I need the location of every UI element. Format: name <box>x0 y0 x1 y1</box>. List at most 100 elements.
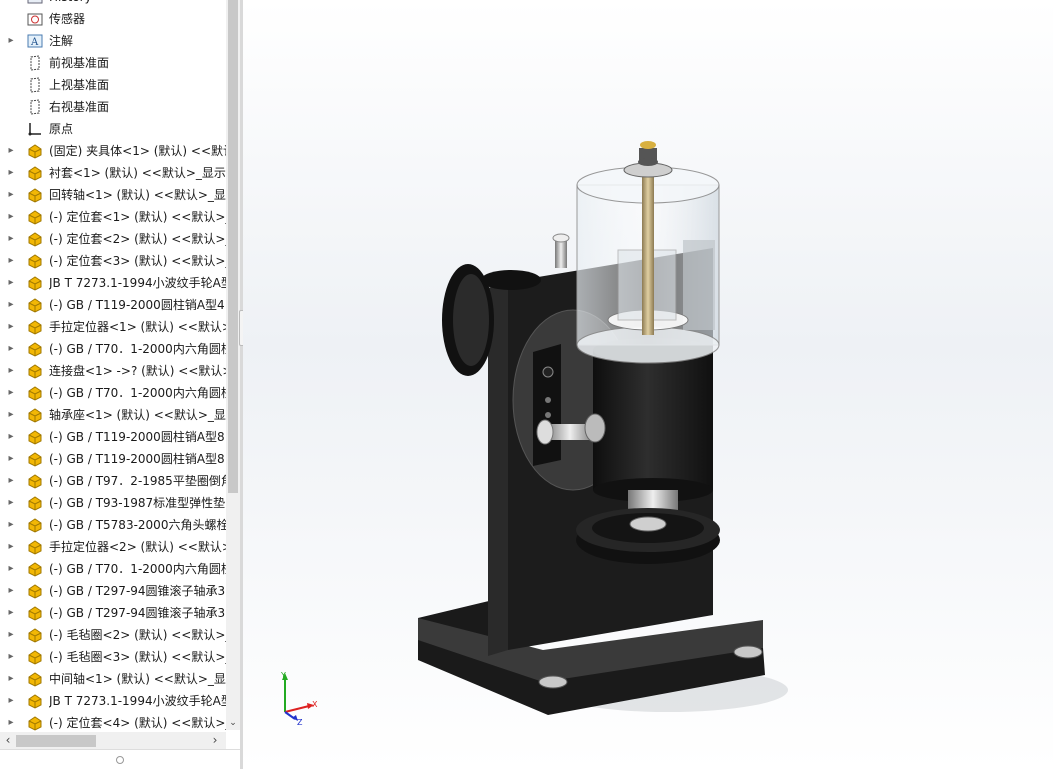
tree-item[interactable]: 右视基准面 <box>0 96 226 118</box>
scroll-left-arrow-icon[interactable]: ‹ <box>2 732 14 749</box>
expand-arrow-icon[interactable]: ▸ <box>6 184 16 206</box>
part-icon <box>26 341 44 357</box>
expand-arrow-icon[interactable]: ▸ <box>6 580 16 602</box>
tree-item[interactable]: History <box>0 0 226 8</box>
scrollbar-thumb[interactable] <box>228 0 238 493</box>
tree-item-label: 手拉定位器<2> (默认) <<默认> <box>49 540 226 554</box>
tree-item[interactable]: ▸ (-) 定位套<3> (默认) <<默认>_ <box>0 250 226 272</box>
tree-item[interactable]: ▸ (-) GB / T70．1-2000内六角圆柱 <box>0 382 226 404</box>
tree-item[interactable]: ▸ 中间轴<1> (默认) <<默认>_显示 <box>0 668 226 690</box>
expand-arrow-icon[interactable]: ▸ <box>6 470 16 492</box>
tree-item-label: (-) GB / T70．1-2000内六角圆柱 <box>49 386 226 400</box>
assembly-3d-model[interactable] <box>243 0 1053 769</box>
tree-item[interactable]: ▸ A 注解 <box>0 30 226 52</box>
tree-item[interactable]: ▸ JB T 7273.1-1994小波纹手轮A型 <box>0 690 226 712</box>
tree-item-label: (-) GB / T70．1-2000内六角圆柱 <box>49 562 226 576</box>
tree-item-label: History <box>49 0 226 8</box>
tree-item[interactable]: ▸ (-) 定位套<2> (默认) <<默认>_ <box>0 228 226 250</box>
tree-item-label: JB T 7273.1-1994小波纹手轮A型 <box>49 694 226 708</box>
tree-item[interactable]: ▸ (-) GB / T119-2000圆柱销A型4× <box>0 294 226 316</box>
part-icon <box>26 231 44 247</box>
tree-item-label: (-) GB / T297-94圆锥滚子轴承32 <box>49 606 226 620</box>
part-icon <box>26 407 44 423</box>
tree-item[interactable]: ▸ 衬套<1> (默认) <<默认>_显示状 <box>0 162 226 184</box>
graphics-viewport[interactable]: Y X Z <box>243 0 1053 769</box>
tree-item[interactable]: ▸ (-) GB / T297-94圆锥滚子轴承32 <box>0 602 226 624</box>
tree-horizontal-scrollbar[interactable]: ‹ › <box>0 732 226 749</box>
expand-arrow-icon[interactable]: ▸ <box>6 382 16 404</box>
expand-arrow-icon[interactable]: ▸ <box>6 272 16 294</box>
tree-item[interactable]: ▸ (-) GB / T93-1987标准型弹性垫圈 <box>0 492 226 514</box>
tree-item-label: (-) 定位套<2> (默认) <<默认>_ <box>49 232 226 246</box>
tree-item-label: 原点 <box>49 122 74 136</box>
expand-arrow-icon[interactable]: ▸ <box>6 30 16 52</box>
tree-item[interactable]: 传感器 <box>0 8 226 30</box>
tree-item-label: (-) GB / T70．1-2000内六角圆柱 <box>49 342 226 356</box>
part-icon <box>26 297 44 313</box>
tree-item[interactable]: ▸ JB T 7273.1-1994小波纹手轮A型 <box>0 272 226 294</box>
tree-item[interactable]: ▸ (-) GB / T70．1-2000内六角圆柱 <box>0 338 226 360</box>
tree-item[interactable]: ▸ 回转轴<1> (默认) <<默认>_显示 <box>0 184 226 206</box>
scrollbar-thumb[interactable] <box>16 735 96 747</box>
expand-arrow-icon[interactable]: ▸ <box>6 206 16 228</box>
expand-arrow-icon[interactable]: ▸ <box>6 492 16 514</box>
part-icon <box>26 715 44 731</box>
tree-item[interactable]: 前视基准面 <box>0 52 226 74</box>
tree-item[interactable]: ▸ (-) GB / T97．2-1985平垫圈倒角 <box>0 470 226 492</box>
tree-item[interactable]: ▸ 手拉定位器<1> (默认) <<默认> <box>0 316 226 338</box>
tree-item[interactable]: ▸ (固定) 夹具体<1> (默认) <<默认 <box>0 140 226 162</box>
expand-arrow-icon[interactable]: ▸ <box>6 404 16 426</box>
expand-arrow-icon[interactable]: ▸ <box>6 514 16 536</box>
x-axis-label: X <box>312 700 318 709</box>
expand-arrow-icon[interactable]: ▸ <box>6 690 16 712</box>
tree-vertical-scrollbar[interactable] <box>226 0 240 730</box>
tree-item[interactable]: ▸ (-) 毛毡圈<3> (默认) <<默认>_ <box>0 646 226 668</box>
view-orientation-triad: Y X Z <box>273 668 333 728</box>
expand-arrow-icon[interactable]: ▸ <box>6 360 16 382</box>
tree-item-label: (-) 定位套<3> (默认) <<默认>_ <box>49 254 226 268</box>
expand-arrow-icon[interactable]: ▸ <box>6 338 16 360</box>
tree-item[interactable]: ▸ (-) 毛毡圈<2> (默认) <<默认>_ <box>0 624 226 646</box>
central-shaft <box>642 175 654 335</box>
expand-arrow-icon[interactable]: ▸ <box>6 558 16 580</box>
expand-arrow-icon[interactable]: ▸ <box>6 536 16 558</box>
scroll-right-arrow-icon[interactable]: › <box>208 732 222 749</box>
tree-item-label: 上视基准面 <box>49 78 110 92</box>
expand-arrow-icon[interactable]: ▸ <box>6 624 16 646</box>
tree-item[interactable]: ▸ (-) GB / T119-2000圆柱销A型8× <box>0 426 226 448</box>
tree-item[interactable]: ▸ (-) GB / T297-94圆锥滚子轴承32 <box>0 580 226 602</box>
expand-arrow-icon[interactable]: ▸ <box>6 426 16 448</box>
history-icon <box>26 0 44 5</box>
feature-tree-list: History 传感器 ▸ A 注解前视基准面上视基准面右视基准面原点 ▸ (固定) 夹具体… <box>0 0 226 734</box>
tree-item[interactable]: 原点 <box>0 118 226 140</box>
panel-resize-dot-icon[interactable] <box>116 756 124 764</box>
svg-text:A: A <box>30 37 39 48</box>
sensor-icon <box>26 11 44 27</box>
expand-arrow-icon[interactable]: ▸ <box>6 162 16 184</box>
expand-arrow-icon[interactable]: ▸ <box>6 448 16 470</box>
tree-item[interactable]: ▸ (-) GB / T5783-2000六角头螺栓 <box>0 514 226 536</box>
scroll-down-arrow-icon[interactable]: ⌄ <box>226 716 240 730</box>
tree-item[interactable]: ▸ (-) GB / T119-2000圆柱销A型8× <box>0 448 226 470</box>
expand-arrow-icon[interactable]: ▸ <box>6 228 16 250</box>
expand-arrow-icon[interactable]: ▸ <box>6 140 16 162</box>
tree-item[interactable]: ▸ 连接盘<1> ->? (默认) <<默认> <box>0 360 226 382</box>
expand-arrow-icon[interactable]: ▸ <box>6 250 16 272</box>
expand-arrow-icon[interactable]: ▸ <box>6 294 16 316</box>
tree-item[interactable]: ▸ (-) 定位套<4> (默认) <<默认>_ <box>0 712 226 734</box>
expand-arrow-icon[interactable]: ▸ <box>6 668 16 690</box>
tree-item[interactable]: ▸ 轴承座<1> (默认) <<默认>_显示 <box>0 404 226 426</box>
tree-item[interactable]: ▸ (-) 定位套<1> (默认) <<默认>_ <box>0 206 226 228</box>
tree-item[interactable]: ▸ (-) GB / T70．1-2000内六角圆柱 <box>0 558 226 580</box>
tree-item[interactable]: 上视基准面 <box>0 74 226 96</box>
tree-item[interactable]: ▸ 手拉定位器<2> (默认) <<默认> <box>0 536 226 558</box>
expand-arrow-icon[interactable]: ▸ <box>6 602 16 624</box>
expand-arrow-icon[interactable]: ▸ <box>6 712 16 734</box>
expand-arrow-icon[interactable]: ▸ <box>6 316 16 338</box>
tree-item-label: 连接盘<1> ->? (默认) <<默认> <box>49 364 226 378</box>
tree-item-label: (-) 毛毡圈<3> (默认) <<默认>_ <box>49 650 226 664</box>
expand-arrow-icon[interactable]: ▸ <box>6 646 16 668</box>
